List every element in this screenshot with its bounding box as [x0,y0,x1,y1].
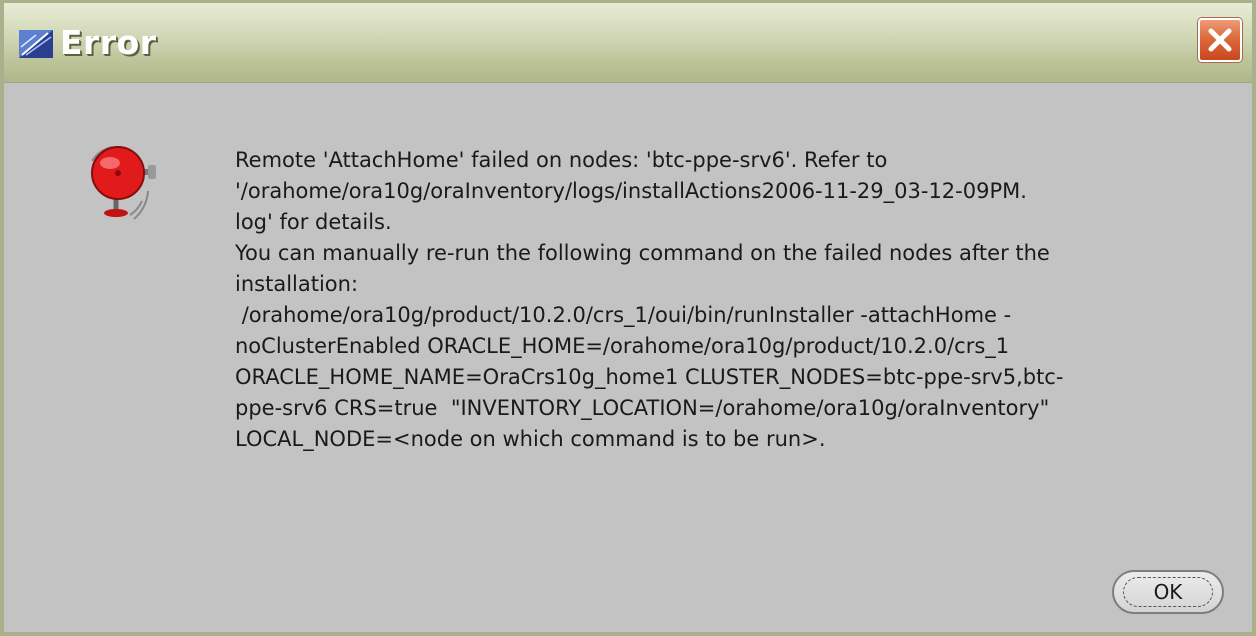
dialog-body: Remote 'AttachHome' failed on nodes: 'bt… [4,83,1252,632]
ok-button-label: OK [1153,580,1183,604]
ok-button[interactable]: OK [1112,570,1224,614]
window-title: Error [60,23,157,62]
error-dialog: Error Remote 'AttachHome' failed on node… [0,0,1256,636]
error-message: Remote 'AttachHome' failed on nodes: 'bt… [235,148,1064,451]
java-coffee-icon [19,30,53,58]
title-bar[interactable]: Error [4,3,1252,83]
close-icon [1208,28,1232,52]
close-button[interactable] [1198,18,1242,62]
alarm-bell-icon [91,146,156,220]
